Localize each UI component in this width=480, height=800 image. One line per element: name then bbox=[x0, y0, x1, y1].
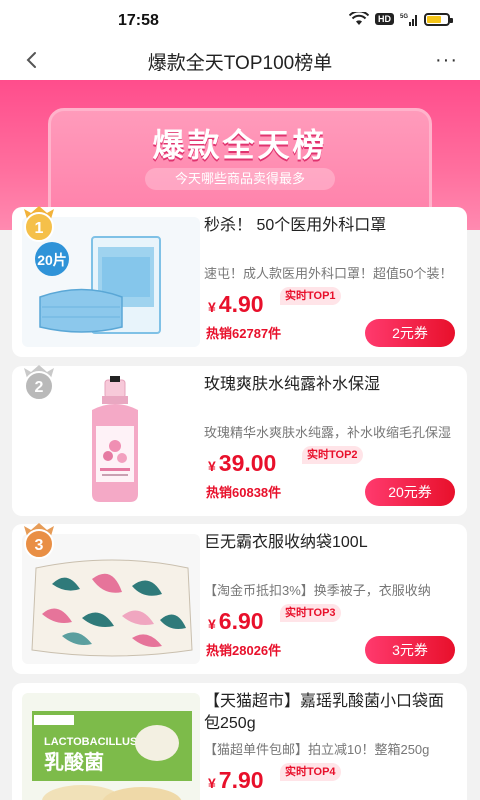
sales-count: 热销28026件 bbox=[206, 643, 282, 658]
product-title[interactable]: 巨无霸衣服收纳袋100L bbox=[204, 532, 456, 554]
more-dots-icon[interactable]: ··· bbox=[435, 50, 458, 70]
image-label: LACTOBACILLUS bbox=[44, 736, 137, 748]
price: ¥ 4.90 bbox=[208, 291, 264, 318]
hd-icon: HD bbox=[375, 13, 394, 25]
product-card[interactable]: 20片 1 秒杀！ 50个医用外科口罩 速屯！成人款医用外科口罩！超值50个装！… bbox=[12, 206, 467, 357]
product-desc: 玫瑰精华水爽肤水纯露，补水收缩毛孔保湿 bbox=[204, 425, 452, 440]
price-sign: ¥ bbox=[208, 299, 216, 315]
price-sign: ¥ bbox=[208, 458, 216, 474]
rank-badge-gold-icon: 1 bbox=[24, 206, 54, 242]
status-time: 17:58 bbox=[118, 12, 159, 29]
network-label: 5G bbox=[400, 14, 408, 20]
rank-number: 2 bbox=[35, 379, 44, 396]
top-tag: 实时TOP4 bbox=[280, 763, 341, 781]
coupon-button[interactable]: 3元券 bbox=[365, 636, 455, 664]
rank-badge-silver-icon: 2 bbox=[24, 365, 54, 401]
status-bar: 17:58 HD 5G bbox=[0, 0, 480, 40]
price: ¥ 39.00 bbox=[208, 450, 276, 477]
price-value: 7.90 bbox=[218, 767, 264, 793]
product-desc: 【猫超单件包邮】拍立减10！整箱250g bbox=[204, 742, 430, 757]
price: ¥ 7.90 bbox=[208, 767, 264, 794]
price-value: 4.90 bbox=[218, 291, 264, 317]
sales-count: 热销62787件 bbox=[206, 326, 282, 341]
price-value: 39.00 bbox=[218, 450, 277, 476]
product-title[interactable]: 秒杀！ 50个医用外科口罩 bbox=[204, 215, 456, 237]
banner-title: 爆款全天榜 bbox=[152, 127, 328, 163]
price-value: 6.90 bbox=[218, 608, 264, 634]
product-image[interactable]: LACTOBACILLUS 乳酸菌 bbox=[22, 693, 200, 800]
image-label: 20片 bbox=[37, 252, 67, 268]
signal-5g-icon: 5G bbox=[400, 14, 417, 26]
price-sign: ¥ bbox=[208, 616, 216, 632]
image-label: 乳酸菌 bbox=[44, 750, 104, 774]
top-tag: 实时TOP2 bbox=[302, 446, 363, 464]
product-desc: 速屯！成人款医用外科口罩！超值50个装！ bbox=[204, 266, 453, 281]
banner-subtitle: 今天哪些商品卖得最多 bbox=[145, 168, 335, 190]
bread-box-image: LACTOBACILLUS 乳酸菌 bbox=[32, 711, 192, 800]
product-card[interactable]: LACTOBACILLUS 乳酸菌 【天猫超市】嘉瑶乳酸菌小口袋面包250g 【… bbox=[12, 683, 467, 800]
rank-number: 3 bbox=[35, 537, 44, 554]
wifi-icon bbox=[349, 12, 369, 25]
price-sign: ¥ bbox=[208, 775, 216, 791]
product-title[interactable]: 玫瑰爽肤水纯露补水保湿 bbox=[204, 374, 456, 396]
page-title: 爆款全天TOP100榜单 bbox=[147, 53, 333, 74]
price: ¥ 6.90 bbox=[208, 608, 264, 635]
product-card[interactable]: 3 巨无霸衣服收纳袋100L 【淘金币抵扣3%】换季被子，衣服收纳 ¥ 6.90… bbox=[12, 523, 467, 674]
coupon-button[interactable]: 2元券 bbox=[365, 319, 455, 347]
product-desc: 【淘金币抵扣3%】换季被子，衣服收纳 bbox=[204, 583, 431, 598]
sales-count: 热销60838件 bbox=[206, 485, 282, 500]
coupon-button[interactable]: 20元券 bbox=[365, 478, 455, 506]
status-icons: HD 5G bbox=[349, 12, 453, 26]
battery-icon bbox=[424, 12, 453, 26]
product-card[interactable]: 2 玫瑰爽肤水纯露补水保湿 玫瑰精华水爽肤水纯露，补水收缩毛孔保湿 ¥ 39.0… bbox=[12, 365, 467, 516]
top-tag: 实时TOP1 bbox=[280, 287, 341, 305]
top-tag: 实时TOP3 bbox=[280, 604, 341, 622]
rank-badge-bronze-icon: 3 bbox=[24, 523, 54, 559]
product-title[interactable]: 【天猫超市】嘉瑶乳酸菌小口袋面包250g bbox=[204, 691, 456, 735]
nav-bar: 爆款全天TOP100榜单 ··· bbox=[0, 40, 480, 80]
rank-number: 1 bbox=[35, 220, 44, 237]
